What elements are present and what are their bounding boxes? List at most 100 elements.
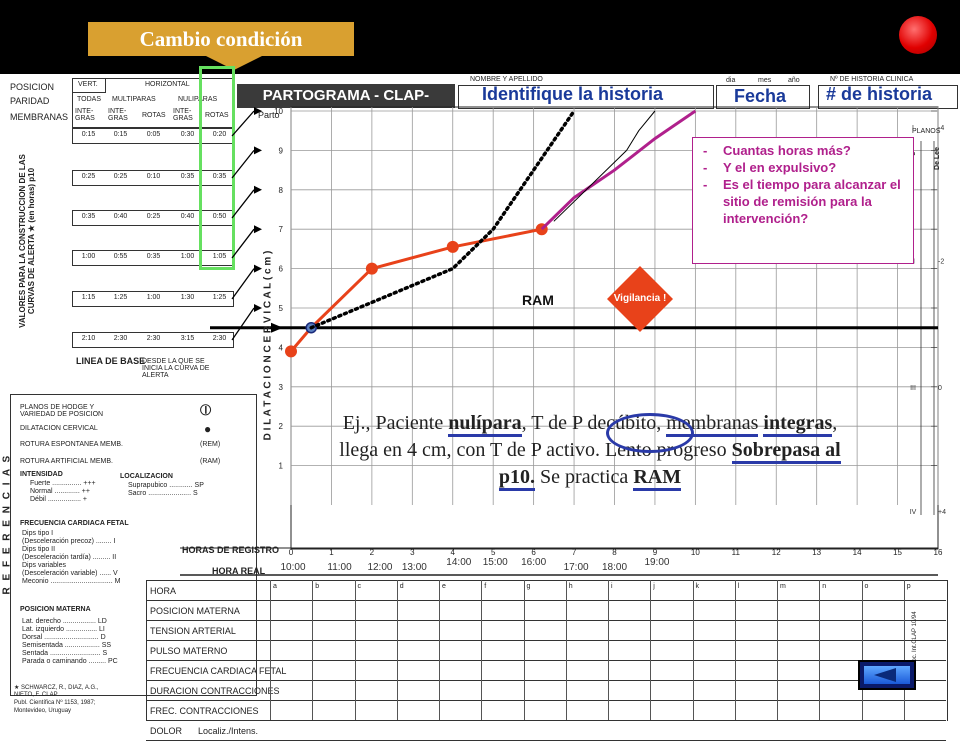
bottom-col-letter: h — [568, 583, 573, 590]
planos-label: PLANOS — [912, 128, 941, 135]
bottom-col-letter: m — [780, 583, 786, 590]
bottom-col-letter: n — [822, 583, 827, 590]
x-tick-label: 1 — [329, 548, 334, 557]
back-arrow-icon — [874, 668, 896, 682]
bottom-col-letter: i — [611, 583, 613, 590]
y-tick-label: 6 — [279, 265, 284, 274]
bottom-row-label: TENSION ARTERIAL — [150, 626, 236, 636]
bottom-col-letter: b — [315, 583, 320, 590]
bottom-col-letter: g — [526, 583, 531, 590]
alert-arrow — [231, 110, 255, 137]
bottom-col-divider — [734, 580, 736, 720]
series-line — [540, 109, 697, 231]
ex-p1: Ej., Paciente — [342, 412, 449, 434]
x-tick-label: 2 — [370, 548, 375, 557]
x-tick-label: 6 — [531, 548, 536, 557]
bottom-col-divider — [861, 580, 863, 720]
bottom-col-divider — [396, 580, 398, 720]
delee-tick: +4 — [938, 509, 946, 516]
bottom-row-label: FREC. CONTRACCIONES — [150, 706, 259, 716]
bottom-col-divider — [481, 580, 483, 720]
real-hour-label: 13:00 — [402, 562, 427, 573]
x-tick-label: 16 — [934, 548, 943, 557]
bottom-row-line — [146, 660, 946, 661]
bottom-col-letter: d — [399, 583, 404, 590]
bottom-col-letter: e — [442, 583, 446, 590]
vigilancia-text: Vigilancia ! — [613, 293, 667, 304]
ex-p5: Se practica — [535, 466, 634, 488]
decubito-circle — [606, 413, 694, 453]
bottom-row-line — [146, 680, 946, 681]
x-tick-label: 8 — [612, 548, 617, 557]
bottom-col-divider — [354, 580, 356, 720]
alert-arrowhead — [254, 225, 262, 234]
bottom-col-divider — [692, 580, 694, 720]
hodge-tick: III — [910, 385, 916, 392]
parto-label: Parto — [258, 110, 280, 120]
ex-ram: RAM — [633, 466, 682, 491]
alert-arrow — [231, 268, 255, 300]
hora-real-label: HORA REAL — [212, 566, 266, 576]
ram-label: RAM — [522, 292, 554, 308]
bottom-col-divider — [777, 580, 778, 720]
x-tick-label: 7 — [572, 548, 577, 557]
y-tick-label: 8 — [279, 186, 284, 195]
y-tick-label: 9 — [279, 146, 284, 155]
bottom-row-label: DURACION CONTRACCIONES — [150, 686, 280, 696]
bottom-col-letter: l — [737, 583, 740, 590]
bottom-col-letter: a — [273, 583, 277, 590]
bottom-row-line — [146, 620, 946, 621]
x-tick-label: 11 — [732, 548, 741, 557]
series-line — [553, 150, 627, 222]
delee-tick: 0 — [938, 385, 942, 392]
data-point — [285, 345, 297, 358]
dolor-sub-label: Localiz./Intens. — [198, 726, 259, 736]
bottom-col-divider — [903, 580, 905, 720]
bottom-row-line — [146, 720, 946, 721]
back-button[interactable] — [858, 660, 916, 690]
real-hour-label: 18:00 — [602, 562, 627, 573]
real-hour-label: 10:00 — [281, 562, 306, 573]
bottom-col-divider — [819, 580, 821, 720]
ex-integras: integras — [763, 412, 833, 437]
bottom-row-label: POSICION MATERNA — [150, 606, 240, 616]
dilatacion-axis-label: D I L A T A C I O N C E R V I C A L ( c … — [262, 250, 274, 441]
bottom-col-letter: o — [864, 583, 869, 590]
questions-callout: Cuantas horas más? Y el en expulsivo? Es… — [692, 137, 914, 264]
y-tick-label: 3 — [279, 383, 284, 392]
de-lee-label: De Lee — [933, 147, 941, 170]
bottom-col-divider — [650, 580, 652, 720]
bottom-col-divider — [312, 580, 314, 720]
series-line — [626, 110, 656, 151]
bottom-col-divider — [565, 580, 567, 720]
bottom-col-letter: c — [357, 583, 362, 590]
x-tick-label: 4 — [451, 548, 456, 557]
x-tick-label: 9 — [653, 548, 658, 557]
bottom-row-label: PULSO MATERNO — [150, 646, 228, 656]
y-tick-label: 7 — [279, 225, 284, 234]
y-tick-label: 4 — [279, 343, 284, 352]
hodge-tick: IV — [910, 509, 917, 516]
callout-item-3: Es el tiempo para alcanzar el sitio de r… — [703, 176, 913, 227]
real-hour-label: 11:00 — [327, 562, 352, 573]
bottom-row-line — [146, 600, 946, 601]
x-tick-label: 14 — [853, 548, 862, 557]
alert-arrowhead — [254, 304, 262, 312]
real-hour-label: 14:00 — [446, 557, 471, 568]
bottom-col-letter: p — [906, 583, 911, 590]
bottom-col-divider — [523, 580, 525, 720]
data-point — [446, 240, 459, 253]
callout-item-1: Cuantas horas más? — [703, 142, 913, 159]
bottom-col-letter: k — [695, 583, 700, 590]
real-hour-label: 15:00 — [483, 557, 508, 568]
bottom-row-label: HORA — [150, 586, 177, 596]
x-tick-label: 0 — [289, 548, 294, 557]
bottom-row-label: FRECUENCIA CARDIACA FETAL — [150, 666, 287, 676]
alert-arrowhead — [254, 146, 262, 155]
doc-code: Doc. Int.CLAP 10/94 — [912, 611, 918, 666]
x-tick-label: 15 — [893, 548, 902, 557]
example-case-text: Ej., Paciente nulípara, T de P decúbito,… — [330, 410, 850, 491]
x-tick-label: 13 — [812, 548, 821, 557]
ex-nulipara: nulípara — [448, 412, 522, 437]
bottom-row-label: DOLOR — [150, 726, 183, 736]
